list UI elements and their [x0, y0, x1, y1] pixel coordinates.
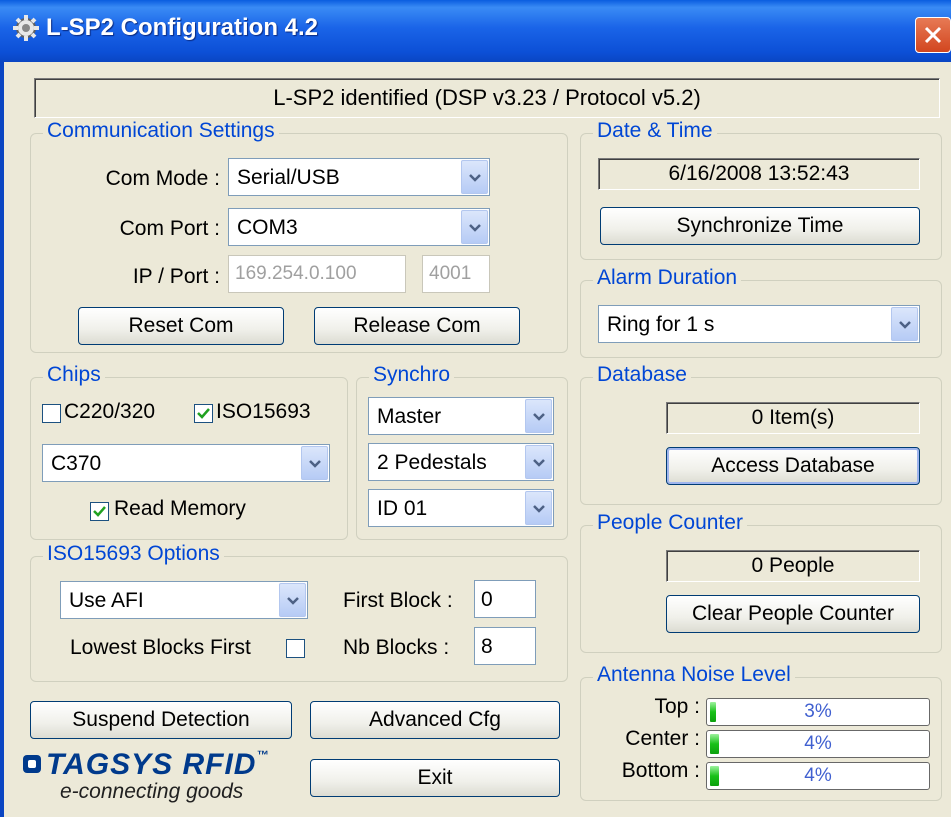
- suspend-detection-button[interactable]: Suspend Detection: [30, 701, 292, 739]
- group-label: Communication Settings: [43, 119, 279, 143]
- afi-select[interactable]: Use AFI: [60, 581, 308, 619]
- people-count: 0 People: [751, 554, 835, 577]
- access-database-button[interactable]: Access Database: [666, 447, 920, 485]
- com-port-select[interactable]: COM3: [228, 208, 490, 246]
- group-label: Date & Time: [593, 119, 717, 143]
- chevron-down-icon[interactable]: [461, 160, 488, 194]
- c220-label: C220/320: [64, 400, 156, 423]
- logo-tagline: e-connecting goods: [60, 780, 244, 803]
- com-mode-value: Serial/USB: [237, 166, 340, 189]
- com-mode-select[interactable]: Serial/USB: [228, 158, 490, 196]
- antenna-top-value: 3%: [804, 701, 832, 722]
- close-icon: [924, 26, 942, 44]
- clear-people-counter-button[interactable]: Clear People Counter: [666, 595, 920, 633]
- title-bar[interactable]: L-SP2 Configuration 4.2: [0, 0, 951, 62]
- datetime-value: 6/16/2008 13:52:43: [668, 162, 850, 185]
- chevron-down-icon[interactable]: [525, 491, 552, 525]
- first-block-label: First Block :: [343, 589, 453, 612]
- window-title: L-SP2 Configuration 4.2: [46, 14, 319, 41]
- port-field[interactable]: 4001: [422, 255, 490, 293]
- chip-type-select[interactable]: C370: [42, 444, 330, 482]
- window-frame: [0, 62, 4, 817]
- antenna-center-bar: 4%: [706, 730, 930, 758]
- group-label: ISO15693 Options: [43, 542, 224, 566]
- chevron-down-icon[interactable]: [525, 399, 552, 433]
- config-window: L-SP2 Configuration 4.2 L-SP2 identified…: [0, 0, 951, 817]
- ip-port-label: IP / Port :: [132, 265, 220, 288]
- antenna-center-label: Center :: [625, 727, 700, 750]
- chevron-down-icon[interactable]: [891, 307, 918, 341]
- group-label: Alarm Duration: [593, 266, 742, 290]
- tagsys-logo-icon: [22, 754, 42, 779]
- database-group: Database: [580, 363, 942, 505]
- nb-blocks-label: Nb Blocks :: [343, 636, 450, 659]
- read-memory-checkbox[interactable]: [90, 502, 109, 521]
- logo-trademark: ™: [256, 748, 270, 762]
- database-count-field: 0 Item(s): [666, 402, 920, 434]
- synchro-id-select[interactable]: ID 01: [368, 489, 554, 527]
- lowest-blocks-label: Lowest Blocks First: [70, 636, 251, 659]
- status-text: L-SP2 identified (DSP v3.23 / Protocol v…: [273, 85, 701, 110]
- checkmark-icon: [197, 408, 210, 419]
- tagsys-logo: TAGSYS RFID™: [46, 748, 269, 782]
- afi-value: Use AFI: [69, 589, 144, 612]
- ip-address-value: 169.254.0.100: [235, 263, 357, 284]
- antenna-top-label: Top :: [654, 695, 700, 718]
- synchro-mode-value: Master: [377, 405, 442, 428]
- com-port-value: COM3: [237, 216, 298, 239]
- synchro-mode-select[interactable]: Master: [368, 397, 554, 435]
- chevron-down-icon[interactable]: [525, 445, 552, 479]
- chevron-down-icon[interactable]: [461, 210, 488, 244]
- exit-button[interactable]: Exit: [310, 759, 560, 797]
- logo-text: TAGSYS RFID: [46, 748, 257, 781]
- read-memory-label: Read Memory: [114, 497, 246, 520]
- chevron-down-icon[interactable]: [301, 446, 328, 480]
- c220-checkbox[interactable]: [42, 404, 61, 423]
- com-mode-label: Com Mode :: [105, 167, 220, 190]
- com-port-label: Com Port :: [119, 217, 220, 240]
- iso15693-checkbox[interactable]: [194, 404, 213, 423]
- people-counter-group: People Counter: [580, 511, 942, 653]
- antenna-top-bar: 3%: [706, 698, 930, 726]
- lowest-blocks-checkbox[interactable]: [286, 639, 305, 658]
- people-count-field: 0 People: [666, 550, 920, 582]
- ip-address-field[interactable]: 169.254.0.100: [228, 255, 406, 293]
- first-block-field[interactable]: 0: [474, 580, 536, 618]
- antenna-center-value: 4%: [804, 733, 832, 754]
- synchronize-time-button[interactable]: Synchronize Time: [600, 207, 920, 245]
- pedestals-value: 2 Pedestals: [377, 451, 487, 474]
- alarm-duration-select[interactable]: Ring for 1 s: [598, 305, 920, 343]
- antenna-bottom-label: Bottom :: [621, 759, 700, 782]
- antenna-bottom-value: 4%: [804, 765, 832, 786]
- port-value: 4001: [429, 263, 472, 284]
- group-label: People Counter: [593, 511, 747, 535]
- group-label: Chips: [43, 363, 105, 387]
- group-label: Synchro: [369, 363, 455, 387]
- antenna-bottom-bar: 4%: [706, 762, 930, 790]
- checkmark-icon: [93, 506, 106, 517]
- synchro-id-value: ID 01: [377, 497, 428, 520]
- close-button[interactable]: [915, 17, 951, 53]
- iso15693-label: ISO15693: [216, 400, 311, 423]
- release-com-button[interactable]: Release Com: [314, 307, 520, 345]
- alarm-duration-value: Ring for 1 s: [607, 313, 715, 336]
- group-label: Antenna Noise Level: [593, 663, 795, 687]
- database-count: 0 Item(s): [751, 406, 835, 429]
- nb-blocks-field[interactable]: 8: [474, 627, 536, 665]
- pedestals-select[interactable]: 2 Pedestals: [368, 443, 554, 481]
- status-field: L-SP2 identified (DSP v3.23 / Protocol v…: [34, 78, 940, 118]
- datetime-display: 6/16/2008 13:52:43: [598, 158, 920, 190]
- advanced-cfg-button[interactable]: Advanced Cfg: [310, 701, 560, 739]
- nb-blocks-value: 8: [481, 635, 493, 658]
- group-label: Database: [593, 363, 691, 387]
- first-block-value: 0: [481, 588, 493, 611]
- gear-icon: [12, 14, 40, 42]
- chip-type-value: C370: [51, 452, 102, 475]
- chevron-down-icon[interactable]: [279, 583, 306, 617]
- reset-com-button[interactable]: Reset Com: [78, 307, 284, 345]
